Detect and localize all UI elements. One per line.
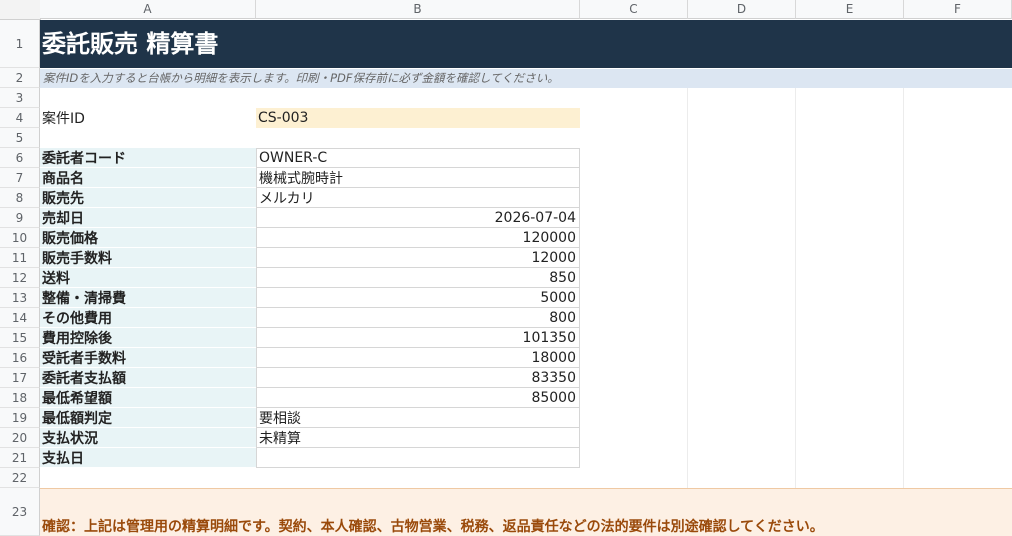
gridline bbox=[903, 88, 904, 488]
row-header[interactable]: 9 bbox=[0, 208, 40, 228]
field-label-item-name[interactable]: 商品名 bbox=[40, 168, 256, 188]
field-value-consignee-fee[interactable]: 18000 bbox=[256, 348, 580, 368]
field-label-sales-fee[interactable]: 販売手数料 bbox=[40, 248, 256, 268]
field-label-payment-status[interactable]: 支払状況 bbox=[40, 428, 256, 448]
field-value-shipping[interactable]: 850 bbox=[256, 268, 580, 288]
field-label-buyer[interactable]: 販売先 bbox=[40, 188, 256, 208]
field-value-owner-payment[interactable]: 83350 bbox=[256, 368, 580, 388]
case-id-label[interactable]: 案件ID bbox=[40, 108, 256, 128]
row-header[interactable]: 17 bbox=[0, 368, 40, 388]
row-header[interactable]: 7 bbox=[0, 168, 40, 188]
instruction-note: 案件IDを入力すると台帳から明細を表示します。印刷・PDF保存前に必ず金額を確認… bbox=[43, 71, 559, 85]
sheet-title: 委託販売 精算書 bbox=[42, 30, 219, 58]
column-header-b[interactable]: B bbox=[256, 0, 580, 19]
row-header[interactable]: 14 bbox=[0, 308, 40, 328]
row-header[interactable]: 19 bbox=[0, 408, 40, 428]
field-value-after-deductions[interactable]: 101350 bbox=[256, 328, 580, 348]
row-header[interactable]: 12 bbox=[0, 268, 40, 288]
row-header[interactable]: 13 bbox=[0, 288, 40, 308]
row-header[interactable]: 21 bbox=[0, 448, 40, 468]
row-header[interactable]: 5 bbox=[0, 128, 40, 148]
spreadsheet: A B C D E F 1 2 3 4 5 6 7 8 9 10 11 12 1… bbox=[0, 0, 1012, 536]
field-label-payment-date[interactable]: 支払日 bbox=[40, 448, 256, 468]
row-header[interactable]: 23 bbox=[0, 488, 40, 536]
row-header[interactable]: 2 bbox=[0, 68, 40, 88]
row-header[interactable]: 6 bbox=[0, 148, 40, 168]
column-header-e[interactable]: E bbox=[796, 0, 904, 19]
field-value-payment-status[interactable]: 未精算 bbox=[256, 428, 580, 448]
row-header[interactable]: 22 bbox=[0, 468, 40, 488]
field-value-payment-date[interactable] bbox=[256, 448, 580, 468]
gridline bbox=[687, 88, 688, 488]
field-value-buyer[interactable]: メルカリ bbox=[256, 188, 580, 208]
row-header[interactable]: 15 bbox=[0, 328, 40, 348]
field-value-minimum-check[interactable]: 要相談 bbox=[256, 408, 580, 428]
field-label-sale-date[interactable]: 売却日 bbox=[40, 208, 256, 228]
row-header[interactable]: 18 bbox=[0, 388, 40, 408]
field-value-other-costs[interactable]: 800 bbox=[256, 308, 580, 328]
row-header[interactable]: 8 bbox=[0, 188, 40, 208]
field-value-sale-date[interactable]: 2026-07-04 bbox=[256, 208, 580, 228]
column-header-f[interactable]: F bbox=[904, 0, 1012, 19]
field-label-other-costs[interactable]: その他費用 bbox=[40, 308, 256, 328]
row-header[interactable]: 1 bbox=[0, 20, 40, 68]
row-header[interactable]: 11 bbox=[0, 248, 40, 268]
field-value-item-name[interactable]: 機械式腕時計 bbox=[256, 168, 580, 188]
row-header[interactable]: 10 bbox=[0, 228, 40, 248]
field-label-after-deductions[interactable]: 費用控除後 bbox=[40, 328, 256, 348]
field-value-minimum-price[interactable]: 85000 bbox=[256, 388, 580, 408]
field-label-owner-code[interactable]: 委託者コード bbox=[40, 148, 256, 168]
field-label-shipping[interactable]: 送料 bbox=[40, 268, 256, 288]
field-label-minimum-price[interactable]: 最低希望額 bbox=[40, 388, 256, 408]
row-header[interactable]: 20 bbox=[0, 428, 40, 448]
field-label-owner-payment[interactable]: 委託者支払額 bbox=[40, 368, 256, 388]
column-header-d[interactable]: D bbox=[688, 0, 796, 19]
gridline bbox=[795, 88, 796, 488]
field-label-minimum-check[interactable]: 最低額判定 bbox=[40, 408, 256, 428]
field-value-sale-price[interactable]: 120000 bbox=[256, 228, 580, 248]
field-value-owner-code[interactable]: OWNER-C bbox=[256, 148, 580, 168]
field-label-sale-price[interactable]: 販売価格 bbox=[40, 228, 256, 248]
field-value-maintenance-cost[interactable]: 5000 bbox=[256, 288, 580, 308]
row-header[interactable]: 3 bbox=[0, 88, 40, 108]
legal-warning: 確認：上記は管理用の精算明細です。契約、本人確認、古物営業、税務、返品責任などの… bbox=[42, 519, 824, 535]
column-header-a[interactable]: A bbox=[40, 0, 256, 19]
row-header[interactable]: 16 bbox=[0, 348, 40, 368]
select-all-corner[interactable] bbox=[0, 0, 41, 20]
field-label-maintenance-cost[interactable]: 整備・清掃費 bbox=[40, 288, 256, 308]
field-value-sales-fee[interactable]: 12000 bbox=[256, 248, 580, 268]
field-label-consignee-fee[interactable]: 受託者手数料 bbox=[40, 348, 256, 368]
column-header-c[interactable]: C bbox=[580, 0, 688, 19]
case-id-input[interactable]: CS-003 bbox=[256, 108, 580, 128]
row-header[interactable]: 4 bbox=[0, 108, 40, 128]
